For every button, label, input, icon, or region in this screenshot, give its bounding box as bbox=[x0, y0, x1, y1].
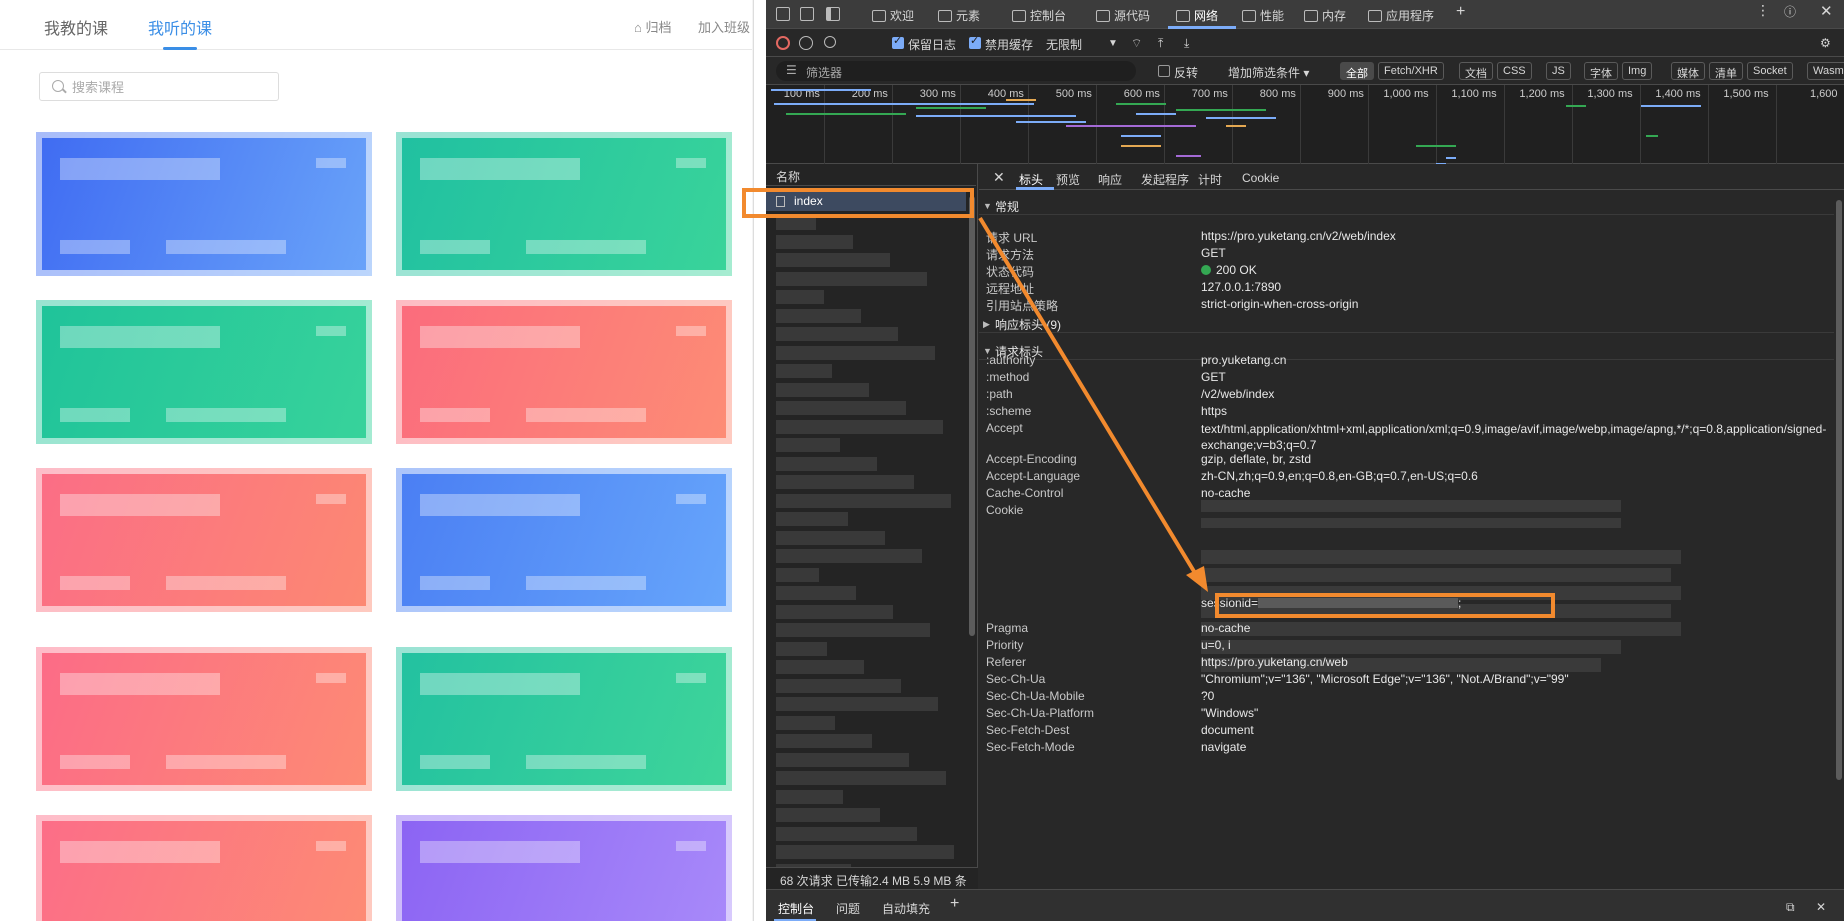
screenshot-root: 我教的课 我听的课 ⌂ 归档 加入班级 欢迎 元素 控制台 源代码 网络 性能 … bbox=[0, 0, 1844, 921]
arrow-line bbox=[978, 216, 1200, 580]
annotation-arrow bbox=[978, 216, 1208, 592]
arrow-head bbox=[1186, 566, 1208, 592]
